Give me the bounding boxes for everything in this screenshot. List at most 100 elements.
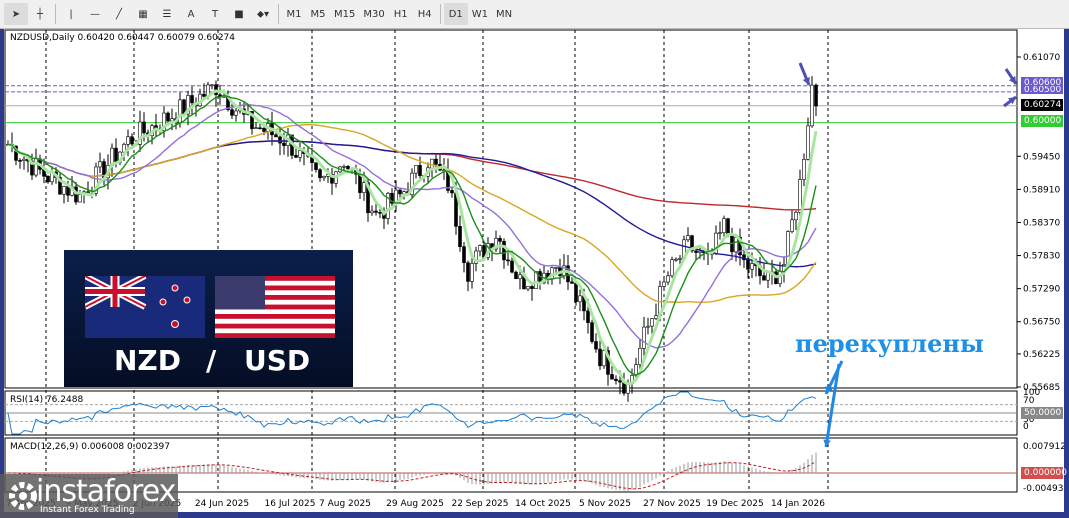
cursor-icon[interactable]: ➤: [4, 3, 28, 25]
candle-body: [34, 158, 38, 176]
candle-body: [510, 260, 514, 273]
candle-body: [746, 259, 750, 270]
candle-body: [274, 134, 278, 138]
candle-body: [594, 341, 598, 350]
candle-body: [282, 142, 286, 146]
timeframe-m15[interactable]: M15: [330, 3, 359, 25]
candle-body: [418, 165, 422, 176]
price-tick-label: 0.59450: [1023, 152, 1060, 162]
rectangle-icon[interactable]: ■: [227, 3, 251, 25]
candle-body: [502, 241, 506, 261]
candle-body: [798, 179, 802, 213]
candle-body: [506, 259, 510, 262]
candle-body: [470, 263, 474, 282]
candle-body: [342, 166, 346, 168]
candle-body: [618, 380, 622, 383]
candle-body: [258, 127, 262, 130]
trendline-icon[interactable]: ╱: [107, 3, 131, 25]
candle-body: [202, 93, 206, 97]
candle-body: [398, 189, 402, 195]
candle-body: [814, 84, 818, 107]
timeframe-h4[interactable]: H4: [413, 3, 437, 25]
candle-body: [450, 190, 454, 194]
arrows-icon[interactable]: ⬥▾: [251, 3, 275, 25]
timeframe-h1[interactable]: H1: [389, 3, 413, 25]
candle-body: [18, 160, 22, 162]
macd-zero-tag: 0.000000: [1021, 467, 1067, 479]
current-price-tag: 0.60274: [1021, 99, 1063, 111]
rsi-tick-label: 70: [1023, 396, 1035, 406]
round-level-tag: 0.60000: [1021, 115, 1063, 127]
timeframe-d1[interactable]: D1: [443, 3, 468, 25]
rsi-label: RSI(14) 76.2488: [10, 395, 84, 405]
candle-body: [734, 236, 738, 253]
candle-body: [294, 155, 298, 158]
horizontal-line-icon[interactable]: —: [83, 3, 107, 25]
vertical-line-icon[interactable]: |: [59, 3, 83, 25]
timeframe-m5[interactable]: M5: [306, 3, 330, 25]
candle-body: [358, 173, 362, 193]
candle-body: [638, 348, 642, 365]
macd-label: MACD(12,26,9) 0.006008 0.002397: [10, 442, 170, 452]
candle-body: [378, 212, 382, 214]
timeframe-mn[interactable]: MN: [492, 3, 516, 25]
candle-body: [62, 186, 66, 195]
candle-body: [666, 275, 670, 283]
candle-body: [114, 147, 118, 163]
candle-body: [430, 158, 434, 169]
candle-body: [46, 175, 50, 183]
candle-body: [178, 99, 182, 124]
candle-body: [262, 127, 266, 132]
fibo-fan-icon[interactable]: ☰: [155, 3, 179, 25]
candle-body: [130, 136, 134, 145]
candle-body: [646, 325, 650, 328]
candle-body: [346, 166, 350, 170]
toolbar-separator: [278, 4, 279, 24]
chart-area[interactable]: 0.61070 0.59450 0.58910 0.58370 0.57830 0.572…: [0, 29, 1067, 518]
logo-text: instaforex: [36, 474, 176, 509]
candle-body: [190, 95, 194, 104]
candle-body: [434, 158, 438, 165]
timeframe-m1[interactable]: M1: [282, 3, 306, 25]
timeframe-w1[interactable]: W1: [468, 3, 492, 25]
price-tick-label: 0.56750: [1023, 318, 1060, 328]
candle-body: [674, 258, 678, 261]
overbought-annotation: перекуплены: [795, 329, 984, 358]
price-tick-label: 0.58370: [1023, 218, 1060, 228]
candle-body: [678, 258, 682, 260]
quote-currency: USD: [244, 344, 311, 377]
date-label: 22 Sep 2025: [451, 499, 508, 509]
candle-body: [762, 275, 766, 281]
rsi-mid-tag: 50.0000: [1021, 407, 1063, 419]
date-label: 27 Nov 2025: [643, 499, 701, 509]
crosshair-icon[interactable]: ┼: [28, 3, 52, 25]
candle-body: [570, 281, 574, 284]
date-label: 5 Nov 2025: [579, 499, 631, 509]
macd-tick-label: -0.004937: [1023, 484, 1064, 494]
price-tick-label: 0.57290: [1023, 285, 1060, 295]
label-icon[interactable]: T: [203, 3, 227, 25]
candle-body: [466, 262, 470, 282]
text-icon[interactable]: A: [179, 3, 203, 25]
candle-body: [766, 272, 770, 281]
candle-body: [98, 161, 102, 168]
candle-body: [790, 219, 794, 232]
candle-body: [642, 326, 646, 349]
timeframe-m30[interactable]: M30: [359, 3, 388, 25]
date-label: 16 Jul 2025: [265, 499, 316, 509]
fibonacci-icon[interactable]: ▦: [131, 3, 155, 25]
candle-body: [590, 322, 594, 342]
candle-body: [650, 318, 654, 327]
price-tick-label: 0.56225: [1023, 350, 1060, 360]
candle-body: [278, 136, 282, 144]
level-tag-2: 0.60500: [1021, 86, 1063, 94]
rsi-tick-label: 0: [1023, 422, 1029, 432]
nz-flag-icon: [85, 276, 205, 338]
candle-body: [794, 211, 798, 221]
candle-body: [574, 283, 578, 303]
candle-body: [654, 315, 658, 319]
candle-body: [462, 246, 466, 264]
candle-body: [514, 271, 518, 280]
candle-body: [802, 158, 806, 180]
toolbar: ➤ ┼ | — ╱ ▦ ☰ A T ■ ⬥▾ M1 M5 M15 M30 H1 H4 D1 W1 MN: [0, 0, 1069, 29]
